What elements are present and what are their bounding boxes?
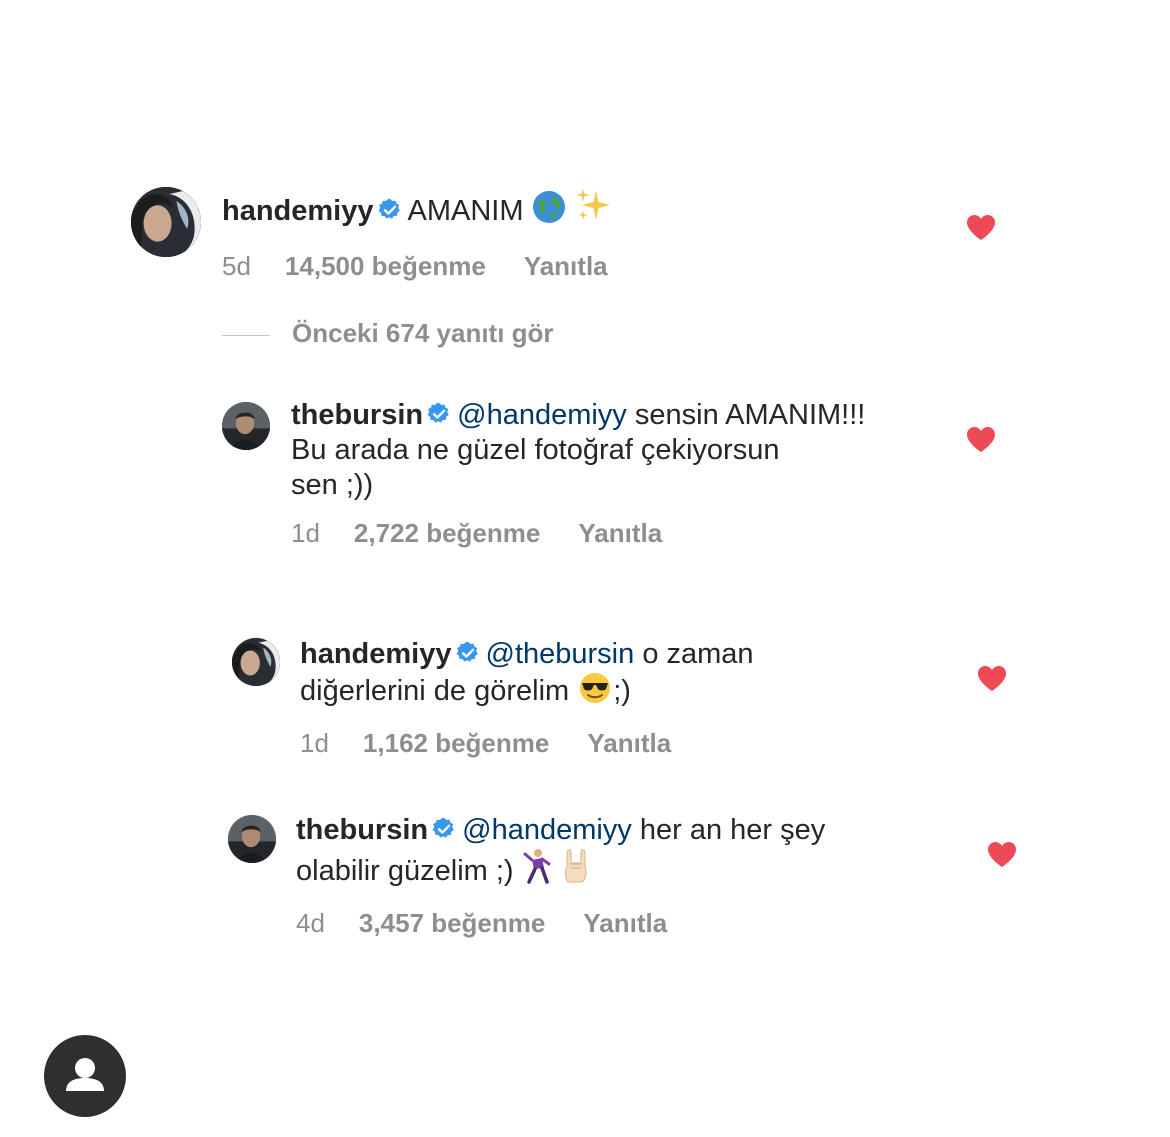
comment-text: her an her şey	[639, 814, 826, 846]
reply-button[interactable]: Yanıtla	[583, 908, 667, 938]
verified-badge-icon	[456, 641, 480, 665]
dancing-man-icon	[522, 848, 552, 893]
verified-badge-icon	[378, 198, 402, 222]
verified-badge-icon	[432, 817, 456, 841]
globe-icon	[532, 190, 566, 233]
profile-button[interactable]	[44, 1035, 126, 1117]
comment-username[interactable]: thebursin	[296, 814, 428, 846]
likes-count[interactable]: 1,162 beğenme	[363, 728, 549, 758]
mention-link[interactable]: @thebursin	[486, 638, 635, 670]
mention-link[interactable]: @handemiyy	[457, 399, 627, 431]
comment-username[interactable]: handemiyy	[222, 195, 374, 227]
profile-icon	[66, 1058, 104, 1091]
reply-button[interactable]: Yanıtla	[578, 518, 662, 548]
avatar[interactable]	[228, 815, 276, 863]
comment-text: AMANIM	[407, 195, 524, 227]
verified-badge-icon	[427, 402, 451, 426]
comment-text: diğerlerini de görelim	[300, 675, 570, 707]
comment-text: olabilir güzelim ;)	[296, 855, 514, 887]
sign-of-horns-icon	[560, 848, 594, 893]
comment-username[interactable]: thebursin	[291, 399, 423, 431]
comment-username[interactable]: handemiyy	[300, 638, 452, 670]
avatar[interactable]	[131, 187, 201, 257]
likes-count[interactable]: 14,500 beğenme	[285, 251, 486, 281]
heart-icon[interactable]	[987, 841, 1017, 868]
reply-button[interactable]: Yanıtla	[587, 728, 671, 758]
mention-link[interactable]: @handemiyy	[462, 814, 632, 846]
comment-time: 5d	[222, 251, 251, 281]
comment-text: Bu arada ne güzel fotoğraf çekiyorsun	[291, 434, 780, 466]
avatar[interactable]	[232, 638, 280, 686]
comment-time: 1d	[291, 518, 320, 548]
avatar[interactable]	[222, 402, 270, 450]
sunglasses-face-icon	[577, 672, 613, 713]
likes-count[interactable]: 3,457 beğenme	[359, 908, 545, 938]
comment-text: sensin AMANIM!!!	[634, 399, 866, 431]
divider	[222, 334, 270, 336]
comment-time: 4d	[296, 908, 325, 938]
heart-icon[interactable]	[966, 426, 996, 453]
comment-text: ;)	[613, 675, 631, 707]
heart-icon[interactable]	[966, 214, 996, 241]
sparkles-icon	[574, 186, 612, 233]
comment-text: sen ;))	[291, 469, 374, 501]
reply-button[interactable]: Yanıtla	[524, 251, 608, 281]
likes-count[interactable]: 2,722 beğenme	[354, 518, 540, 548]
comment-text: o zaman	[642, 638, 754, 670]
view-previous-replies[interactable]: Önceki 674 yanıtı gör	[222, 318, 554, 349]
heart-icon[interactable]	[977, 665, 1007, 692]
comment-time: 1d	[300, 728, 329, 758]
